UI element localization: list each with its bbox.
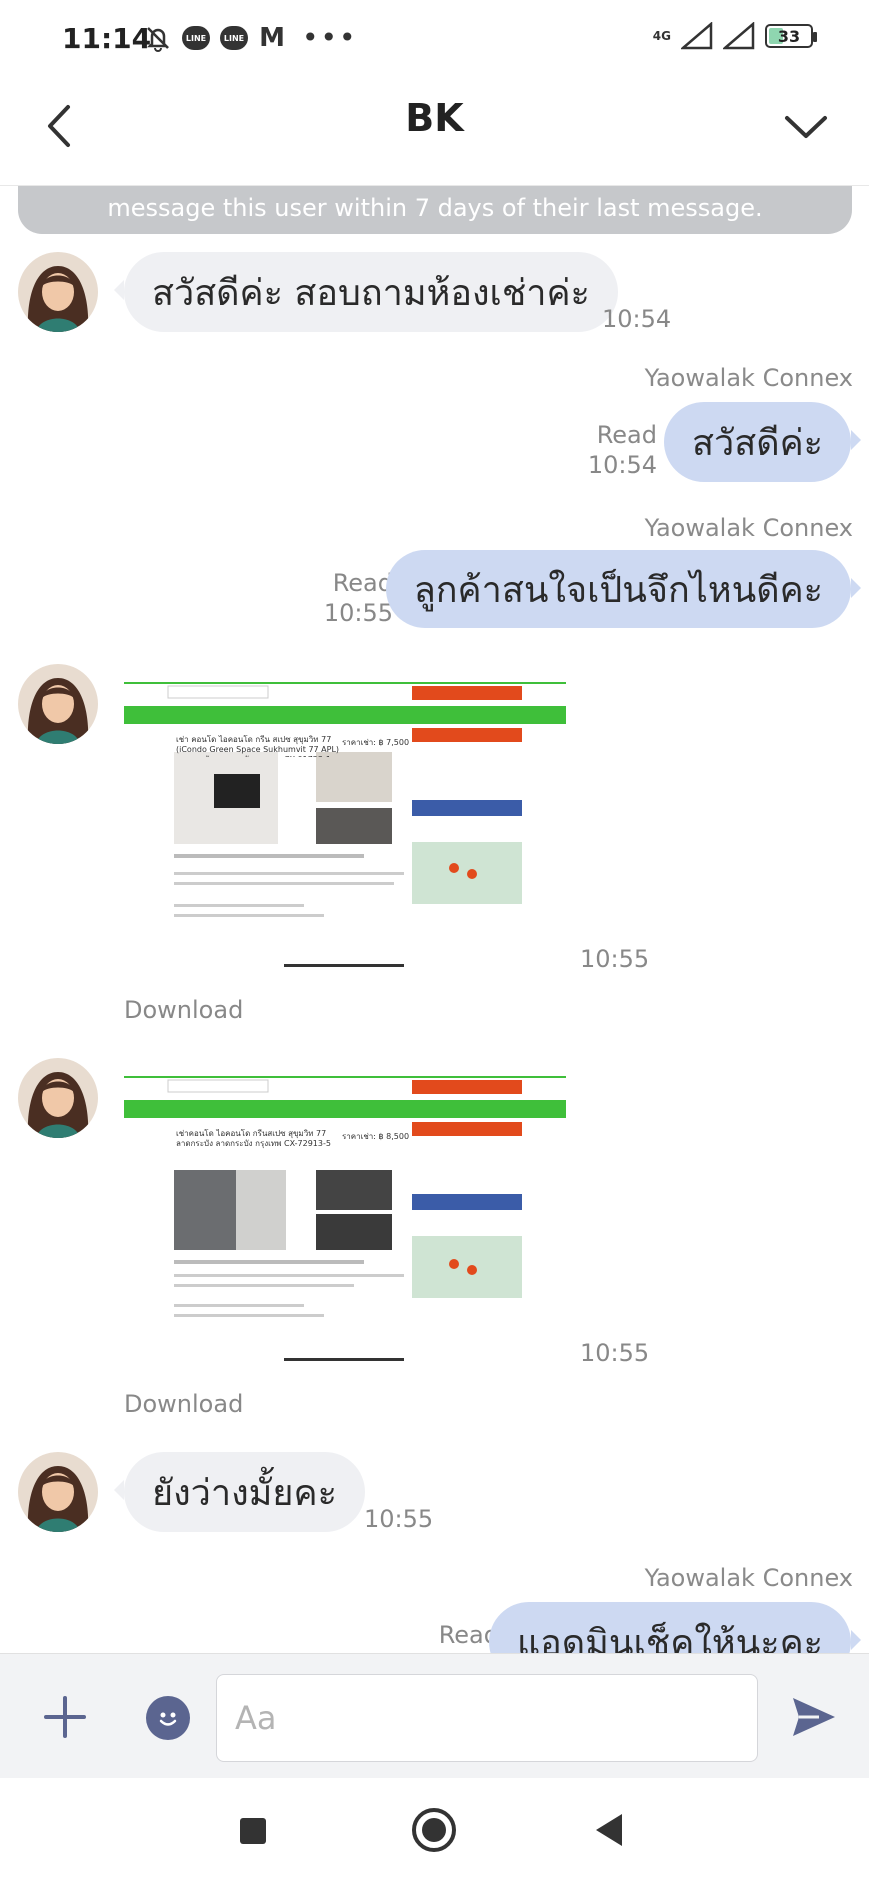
read-receipt: Read 10:54 bbox=[537, 420, 657, 480]
sender-name: Yaowalak Connex bbox=[644, 364, 853, 392]
sender-name: Yaowalak Connex bbox=[644, 514, 853, 542]
read-label: Read bbox=[332, 569, 393, 597]
read-receipt: Read 10:55 bbox=[273, 568, 393, 628]
network-type: 4G bbox=[652, 29, 671, 43]
status-bar: 11:14 LINE LINE M ••• 4G 33 bbox=[0, 0, 869, 76]
plus-icon[interactable] bbox=[42, 1694, 88, 1740]
messaging-window-notice: message this user within 7 days of their… bbox=[18, 186, 852, 234]
message-time: 10:54 bbox=[602, 305, 672, 333]
back-button[interactable] bbox=[596, 1814, 622, 1846]
home-button[interactable] bbox=[412, 1808, 456, 1852]
chat-title: BK bbox=[405, 96, 464, 140]
message-time: 10:55 bbox=[364, 1505, 434, 1533]
signal-icon-2 bbox=[723, 22, 755, 50]
battery-indicator: 33 bbox=[765, 24, 817, 48]
image-message-listing-screenshot[interactable] bbox=[124, 1058, 566, 1364]
system-icons: 4G 33 bbox=[652, 22, 817, 50]
customer-avatar[interactable] bbox=[18, 664, 98, 744]
read-label: Read bbox=[596, 421, 657, 449]
message-bubble-incoming[interactable]: สวัสดีค่ะ สอบถามห้องเช่าค่ะ bbox=[114, 252, 618, 332]
recent-apps-button[interactable] bbox=[240, 1818, 266, 1844]
notification-icons: LINE LINE M ••• bbox=[144, 21, 358, 54]
read-receipt: Read bbox=[399, 1620, 499, 1650]
download-link[interactable]: Download bbox=[124, 996, 243, 1024]
gmail-icon: M bbox=[259, 23, 285, 53]
chevron-down-icon[interactable] bbox=[781, 106, 831, 146]
message-time: 10:55 bbox=[323, 599, 393, 627]
message-time: 10:55 bbox=[580, 1339, 650, 1367]
message-input[interactable]: Aa bbox=[216, 1674, 758, 1762]
line-app-icon: LINE bbox=[182, 26, 210, 50]
message-composer: Aa bbox=[0, 1653, 869, 1778]
mute-bell-icon bbox=[144, 24, 172, 52]
listing-price: ราคาเช่า: ฿ 7,500 bbox=[342, 738, 410, 747]
read-label: Read bbox=[438, 1621, 499, 1649]
listing-price: ราคาเช่า: ฿ 8,500 bbox=[342, 1132, 410, 1141]
message-time: 10:54 bbox=[587, 451, 657, 479]
message-bubble-incoming[interactable]: ยังว่างมั้ยคะ bbox=[114, 1452, 365, 1532]
sender-name: Yaowalak Connex bbox=[644, 1564, 853, 1592]
emoji-icon[interactable] bbox=[146, 1696, 190, 1740]
signal-icon bbox=[681, 22, 713, 50]
image-message-listing-screenshot[interactable] bbox=[124, 664, 566, 970]
message-bubble-outgoing[interactable]: ลูกค้าสนใจเป็นจึกไหนดีคะ bbox=[385, 550, 862, 628]
send-icon[interactable] bbox=[789, 1694, 839, 1740]
message-time: 10:55 bbox=[580, 945, 650, 973]
listing-title: เช่าคอนโด ไอคอนโด กรีนสเปซ สุขุมวิท 77 ล… bbox=[176, 1129, 331, 1148]
listing-screenshot-image bbox=[124, 664, 566, 970]
customer-avatar[interactable] bbox=[18, 1058, 98, 1138]
listing-title: เช่า คอนโด ไอคอนโด กรีน สเปซ สุขุมวิท 77… bbox=[176, 735, 340, 757]
chat-header: BK bbox=[0, 76, 869, 186]
listing-screenshot-image bbox=[124, 1058, 566, 1364]
download-link[interactable]: Download bbox=[124, 1390, 243, 1418]
customer-avatar[interactable] bbox=[18, 1452, 98, 1532]
line-app-icon-2: LINE bbox=[220, 26, 248, 50]
status-time: 11:14 bbox=[62, 22, 152, 55]
battery-percent: 33 bbox=[777, 26, 801, 46]
customer-avatar[interactable] bbox=[18, 252, 98, 332]
more-notifications-icon: ••• bbox=[302, 21, 358, 54]
message-bubble-outgoing[interactable]: สวัสดีค่ะ bbox=[664, 402, 861, 482]
system-navigation-bar bbox=[0, 1778, 869, 1883]
